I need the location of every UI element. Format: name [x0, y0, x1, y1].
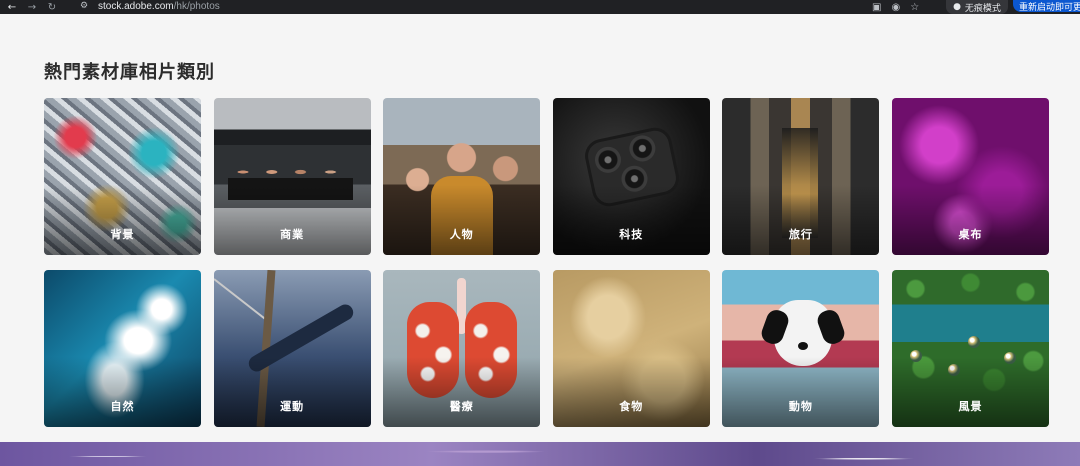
category-tile-business[interactable]: 商業	[213, 98, 371, 255]
category-label: 醫療	[449, 400, 474, 413]
category-label: 動物	[788, 400, 813, 413]
category-label: 風景	[958, 400, 983, 413]
incognito-label: 无痕模式	[964, 3, 1001, 14]
url-path: /hk/photos	[173, 0, 220, 12]
category-tile-nature[interactable]: 自然	[44, 270, 201, 427]
incognito-icon: ●	[953, 2, 961, 12]
category-tile-medical[interactable]: 醫療	[383, 270, 541, 427]
update-button[interactable]: 重新启动即可更新	[1013, 0, 1080, 12]
forward-icon[interactable]: →	[22, 0, 42, 14]
star-icon[interactable]: ☆	[910, 2, 919, 13]
page-title: 熱門素材庫相片類別	[44, 62, 215, 83]
reload-icon[interactable]: ↻	[42, 0, 62, 14]
category-label: 商業	[280, 228, 305, 241]
toolbar-actions: ▣ ◉ ☆	[872, 0, 919, 14]
incognito-indicator[interactable]: ● 无痕模式	[946, 0, 1008, 14]
back-icon[interactable]: ←	[2, 0, 22, 14]
category-label: 食物	[619, 400, 644, 413]
browser-toolbar: ← → ↻ ⚙ stock.adobe.com/hk/photos ▣ ◉ ☆ …	[0, 0, 1080, 14]
category-label: 桌布	[958, 228, 983, 241]
category-tile-tablecloth[interactable]: 桌布	[891, 98, 1049, 255]
category-tile-landscape[interactable]: 風景	[891, 270, 1049, 427]
category-tile-people[interactable]: 人物	[383, 98, 541, 255]
category-label: 自然	[110, 400, 135, 413]
category-tile-travel[interactable]: 旅行	[722, 98, 880, 255]
category-tile-food[interactable]: 食物	[552, 270, 710, 427]
site-info-icon[interactable]: ⚙	[80, 1, 92, 11]
translate-icon[interactable]: ▣	[872, 2, 881, 13]
category-grid: 背景 商業 人物 科技 旅行 桌布 自然 運動 醫療 食物 動物 風景	[44, 98, 1049, 427]
url-text[interactable]: stock.adobe.com/hk/photos	[98, 1, 220, 12]
category-label: 背景	[110, 228, 135, 241]
url-host: stock.adobe.com	[98, 0, 174, 12]
category-tile-animals[interactable]: 動物	[722, 270, 880, 427]
address-bar[interactable]: ⚙ stock.adobe.com/hk/photos	[80, 0, 860, 12]
eye-off-icon[interactable]: ◉	[891, 2, 900, 13]
category-label: 旅行	[788, 228, 813, 241]
category-label: 人物	[449, 228, 474, 241]
category-label: 科技	[619, 228, 644, 241]
category-tile-technology[interactable]: 科技	[552, 98, 710, 255]
category-tile-sports[interactable]: 運動	[213, 270, 371, 427]
next-section-image-preview	[0, 442, 1080, 466]
category-label: 運動	[280, 400, 305, 413]
category-tile-background[interactable]: 背景	[44, 98, 201, 255]
